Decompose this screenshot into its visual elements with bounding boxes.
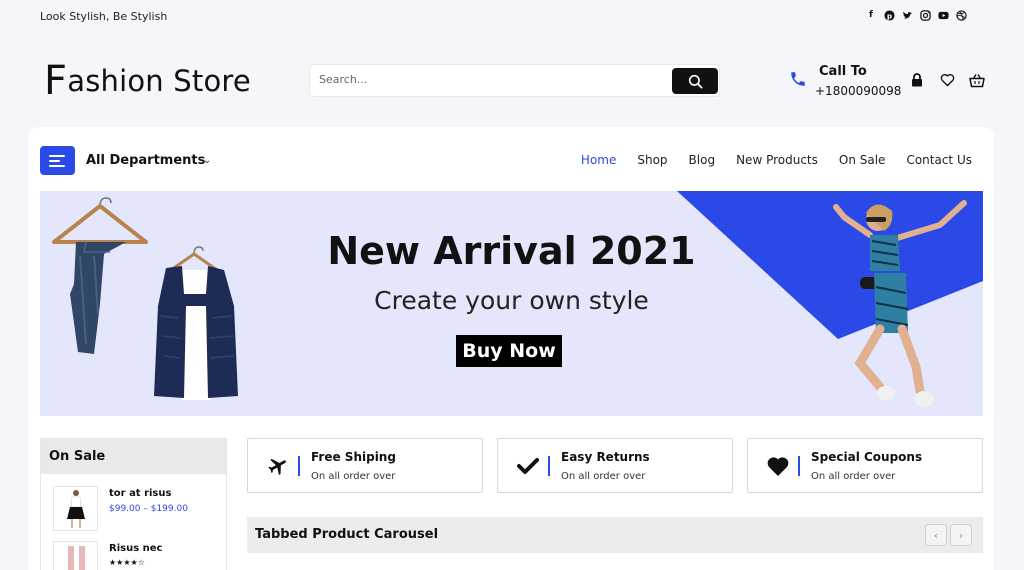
menu-line-icon (49, 154, 65, 157)
facebook-icon[interactable]: f (865, 9, 877, 21)
instagram-icon[interactable] (919, 9, 931, 21)
feature-divider (798, 456, 800, 476)
heart-icon (766, 454, 790, 478)
twitter-icon[interactable] (901, 9, 913, 21)
carousel-prev-button[interactable]: ‹ (925, 524, 947, 546)
nav-item-contact-us[interactable]: Contact Us (906, 153, 972, 167)
product-thumbnail[interactable] (53, 541, 98, 570)
menu-line-icon (49, 159, 60, 162)
departments-menu-button[interactable] (40, 146, 75, 175)
product-name[interactable]: Risus nec (109, 543, 162, 554)
departments-label[interactable]: All Departments (86, 153, 205, 168)
wishlist-heart-icon[interactable] (939, 72, 955, 88)
social-links: f p (865, 9, 967, 21)
chevron-down-icon[interactable]: ⌄ (203, 155, 211, 166)
product-thumbnail[interactable] (53, 486, 98, 531)
feature-subtitle: On all order over (811, 471, 896, 482)
jeans-on-hanger-image (52, 197, 148, 354)
star-rating: ★★★★☆ (109, 558, 145, 567)
phone-number[interactable]: +1800090098 (815, 84, 901, 98)
nav-item-new-products[interactable]: New Products (736, 153, 818, 167)
dribbble-icon[interactable] (955, 9, 967, 21)
nav-item-on-sale[interactable]: On Sale (839, 153, 886, 167)
nav-item-shop[interactable]: Shop (637, 153, 667, 167)
search-input[interactable] (319, 73, 669, 86)
hero-banner[interactable]: New Arrival 2021 Create your own style B… (40, 191, 983, 416)
tabbed-carousel-header: Tabbed Product Carousel ‹ › (247, 517, 983, 553)
search-icon (688, 74, 702, 88)
phone-icon (789, 70, 807, 92)
header-actions (909, 72, 985, 88)
call-label: Call To (819, 64, 867, 79)
on-sale-title: On Sale (41, 439, 226, 474)
pinterest-icon[interactable]: p (883, 9, 895, 21)
feature-title: Special Coupons (811, 450, 923, 464)
site-logo[interactable]: Fashion Store (44, 58, 251, 104)
feature-title: Free Shiping (311, 450, 396, 464)
nav-item-home[interactable]: Home (581, 153, 616, 167)
carousel-next-button[interactable]: › (950, 524, 972, 546)
feature-title: Easy Returns (561, 450, 650, 464)
feature-subtitle: On all order over (311, 471, 396, 482)
feature-special-coupons: Special Coupons On all order over (747, 438, 983, 493)
product-name[interactable]: tor at risus (109, 488, 171, 499)
feature-subtitle: On all order over (561, 471, 646, 482)
search-button[interactable] (672, 68, 718, 94)
feature-free-shipping: Free Shiping On all order over (247, 438, 483, 493)
carousel-title: Tabbed Product Carousel (255, 527, 439, 542)
logo-initial: F (44, 58, 68, 104)
nav-item-blog[interactable]: Blog (689, 153, 716, 167)
svg-text:p: p (886, 11, 891, 20)
buy-now-button[interactable]: Buy Now (456, 335, 562, 367)
cart-basket-icon[interactable] (969, 72, 985, 88)
youtube-icon[interactable] (937, 9, 949, 21)
product-price: $99.00 – $199.00 (109, 504, 188, 514)
main-nav: Home Shop Blog New Products On Sale Cont… (581, 153, 972, 167)
feature-divider (298, 456, 300, 476)
feature-divider (548, 456, 550, 476)
feature-easy-returns: Easy Returns On all order over (497, 438, 733, 493)
menu-line-icon (49, 164, 65, 167)
tagline: Look Stylish, Be Stylish (40, 10, 168, 23)
airplane-icon (266, 454, 290, 478)
search-bar (309, 64, 720, 97)
on-sale-widget: On Sale tor at risus $99.00 – $199.00 Ri… (40, 438, 227, 570)
lock-icon[interactable] (909, 72, 925, 88)
top-bar: Look Stylish, Be Stylish f p (0, 0, 1024, 34)
checkmark-icon (516, 454, 540, 478)
logo-text: ashion Store (67, 64, 251, 98)
jumping-model-image (833, 200, 967, 407)
